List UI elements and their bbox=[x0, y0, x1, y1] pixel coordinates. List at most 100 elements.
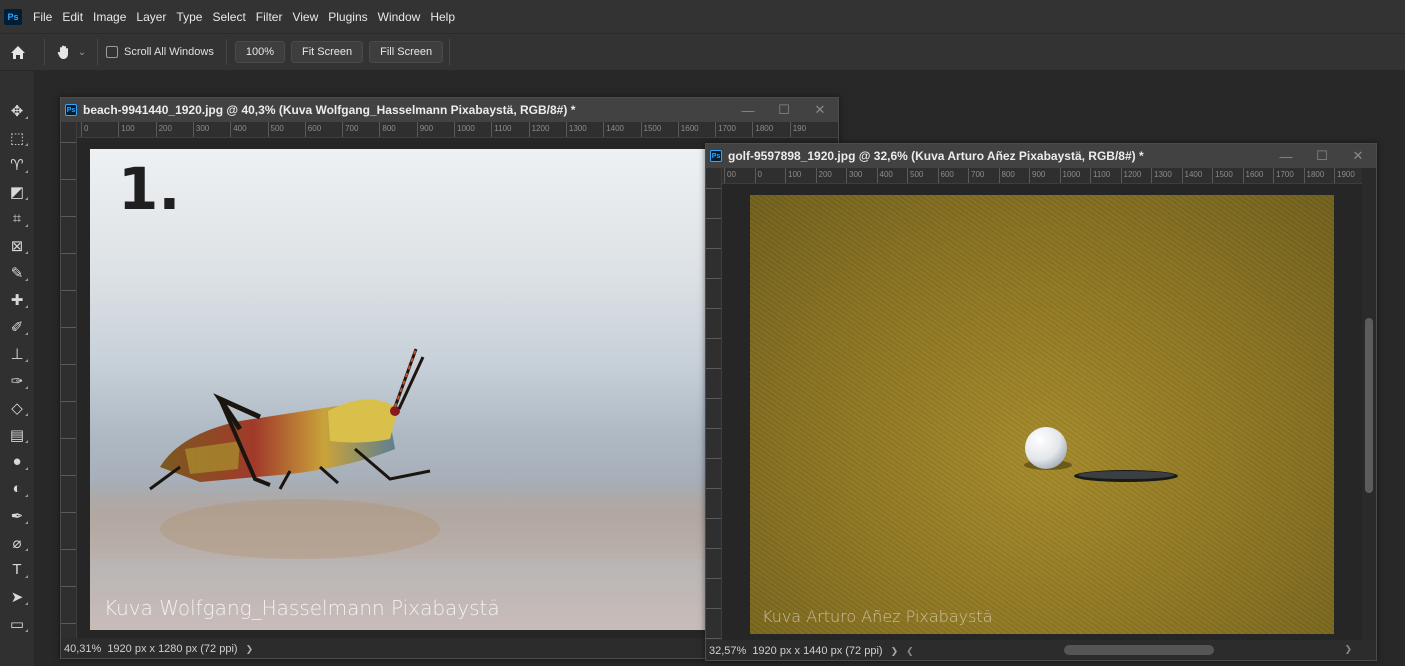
ruler-tick bbox=[706, 278, 721, 279]
ruler-tick-label: 700 bbox=[342, 122, 358, 137]
close-button[interactable]: ✕ bbox=[1340, 148, 1376, 164]
eyedropper-tool-icon[interactable]: ✎ bbox=[0, 259, 34, 286]
ruler-tick-label: 100 bbox=[785, 168, 801, 183]
chevron-right-icon[interactable]: ❯ bbox=[891, 646, 899, 657]
menu-filter[interactable]: Filter bbox=[251, 10, 288, 24]
ruler-tick-label: 1400 bbox=[603, 122, 624, 137]
maximize-button[interactable]: ☐ bbox=[1304, 148, 1340, 164]
vertical-scroll-thumb[interactable] bbox=[1365, 318, 1373, 493]
horizontal-scroll-thumb[interactable] bbox=[1064, 645, 1214, 655]
document-window-golf[interactable]: Ps golf-9597898_1920.jpg @ 32,6% (Kuva A… bbox=[705, 143, 1377, 661]
gradient-tool-icon[interactable]: ▤ bbox=[0, 421, 34, 448]
ruler-tick-label: 1600 bbox=[1242, 168, 1263, 183]
chevron-down-icon[interactable]: ⌄ bbox=[75, 47, 89, 58]
vertical-ruler[interactable] bbox=[706, 168, 722, 640]
canvas-area[interactable]: Kuva Arturo Añez Pixabaystä bbox=[722, 184, 1362, 640]
close-button[interactable]: ✕ bbox=[802, 102, 838, 118]
vertical-ruler[interactable] bbox=[61, 122, 77, 638]
object-selection-tool-icon[interactable]: ◩ bbox=[0, 178, 34, 205]
rectangle-tool-icon[interactable]: ▭ bbox=[0, 610, 34, 637]
menu-edit[interactable]: Edit bbox=[57, 10, 88, 24]
ruler-tick-label: 1100 bbox=[491, 122, 512, 137]
pen-path-tool-icon[interactable]: ⌀ bbox=[0, 529, 34, 556]
ruler-tick bbox=[61, 253, 76, 254]
dodge-tool-icon[interactable]: ◐ bbox=[0, 475, 34, 502]
menu-window[interactable]: Window bbox=[373, 10, 426, 24]
ruler-tick-label: 800 bbox=[379, 122, 396, 137]
marquee-tool-icon[interactable]: ⬚ bbox=[0, 124, 34, 151]
path-selection-tool-icon[interactable]: ➤ bbox=[0, 583, 34, 610]
pen-tool-icon[interactable]: ✒ bbox=[0, 502, 34, 529]
eraser-tool-icon[interactable]: ◇ bbox=[0, 394, 34, 421]
chevron-right-icon[interactable]: ❯ bbox=[246, 644, 254, 655]
tools-panel: ✥ ⬚ ♈ ◩ ⌗ ⊠ ✎ ✚ ✐ ⊥ ✑ ◇ ▤ ● ◐ ✒ ⌀ T ➤ ▭ bbox=[0, 71, 34, 666]
zoom-level[interactable]: 40,31% bbox=[64, 643, 101, 655]
menu-help[interactable]: Help bbox=[425, 10, 460, 24]
ruler-tick bbox=[706, 428, 721, 429]
ruler-tick bbox=[706, 638, 721, 639]
maximize-button[interactable]: ☐ bbox=[766, 102, 802, 118]
document-tab-golf[interactable]: Ps golf-9597898_1920.jpg @ 32,6% (Kuva A… bbox=[706, 144, 1376, 168]
scroll-right-arrow[interactable]: ❯ bbox=[1344, 644, 1352, 655]
vertical-scrollbar[interactable] bbox=[1362, 168, 1376, 640]
ruler-tick bbox=[61, 512, 76, 513]
menu-plugins[interactable]: Plugins bbox=[323, 10, 372, 24]
clone-stamp-tool-icon[interactable]: ⊥ bbox=[0, 340, 34, 367]
ruler-tick bbox=[61, 401, 76, 402]
zoom-level[interactable]: 32,57% bbox=[709, 645, 746, 657]
menu-file[interactable]: File bbox=[28, 10, 57, 24]
separator bbox=[225, 39, 227, 65]
scroll-left-arrow[interactable]: ❮ bbox=[906, 646, 914, 657]
ruler-tick bbox=[61, 179, 76, 180]
ruler-tick bbox=[706, 578, 721, 579]
home-icon[interactable] bbox=[0, 45, 36, 60]
golf-image bbox=[1024, 427, 1178, 482]
ruler-tick-label: 0 bbox=[81, 122, 88, 137]
ruler-tick-label: 400 bbox=[876, 168, 893, 183]
history-brush-tool-icon[interactable]: ✑ bbox=[0, 367, 34, 394]
ruler-tick bbox=[706, 548, 721, 549]
menu-view[interactable]: View bbox=[287, 10, 323, 24]
ruler-tick-label: 400 bbox=[230, 122, 247, 137]
frame-tool-icon[interactable]: ⊠ bbox=[0, 232, 34, 259]
fill-screen-button[interactable]: Fill Screen bbox=[369, 41, 444, 63]
document-title: golf-9597898_1920.jpg @ 32,6% (Kuva Artu… bbox=[728, 149, 1144, 163]
menu-select[interactable]: Select bbox=[207, 10, 250, 24]
ruler-tick-label: 1000 bbox=[1059, 168, 1080, 183]
zoom-100-button[interactable]: 100% bbox=[234, 41, 285, 63]
horizontal-ruler[interactable]: 0 100 200 300 400 500 600 700 800 900 1000 1100 1200… bbox=[77, 122, 838, 138]
scroll-all-windows-label[interactable]: Scroll All Windows bbox=[124, 46, 214, 58]
hand-tool-icon[interactable] bbox=[53, 44, 75, 60]
overlay-number: 1. bbox=[118, 155, 181, 223]
ruler-tick-label: 200 bbox=[155, 122, 172, 137]
horizontal-scrollbar[interactable]: ❯ bbox=[936, 640, 1362, 660]
toolbar-grip[interactable] bbox=[0, 71, 34, 97]
ruler-tick bbox=[706, 188, 721, 189]
healing-brush-tool-icon[interactable]: ✚ bbox=[0, 286, 34, 313]
minimize-button[interactable]: — bbox=[730, 103, 766, 118]
ruler-tick-label: 200 bbox=[815, 168, 832, 183]
ruler-tick-label: 1100 bbox=[1090, 168, 1110, 183]
menu-type[interactable]: Type bbox=[171, 10, 207, 24]
document-tab-beach[interactable]: Ps beach-9941440_1920.jpg @ 40,3% (Kuva … bbox=[61, 98, 838, 122]
scroll-all-windows-checkbox[interactable] bbox=[106, 46, 118, 58]
brush-tool-icon[interactable]: ✐ bbox=[0, 313, 34, 340]
type-tool-icon[interactable]: T bbox=[0, 556, 34, 583]
lasso-tool-icon[interactable]: ♈ bbox=[0, 151, 34, 178]
ruler-tick-label: 600 bbox=[937, 168, 954, 183]
ruler-tick-label: 1500 bbox=[1212, 168, 1233, 183]
ruler-tick bbox=[706, 338, 721, 339]
ruler-tick bbox=[61, 327, 76, 328]
horizontal-ruler[interactable]: 00 0 100 200 300 400 500 600 700 800 900 1000 1100 12… bbox=[722, 168, 1376, 184]
crop-tool-icon[interactable]: ⌗ bbox=[0, 205, 34, 232]
menu-layer[interactable]: Layer bbox=[131, 10, 171, 24]
blur-tool-icon[interactable]: ● bbox=[0, 448, 34, 475]
move-tool-icon[interactable]: ✥ bbox=[0, 97, 34, 124]
menu-bar: Ps File Edit Image Layer Type Select Fil… bbox=[0, 0, 1405, 33]
ruler-tick bbox=[61, 549, 76, 550]
menu-image[interactable]: Image bbox=[88, 10, 131, 24]
ruler-tick bbox=[706, 368, 721, 369]
ruler-tick bbox=[706, 608, 721, 609]
minimize-button[interactable]: — bbox=[1268, 149, 1304, 164]
fit-screen-button[interactable]: Fit Screen bbox=[291, 41, 364, 63]
